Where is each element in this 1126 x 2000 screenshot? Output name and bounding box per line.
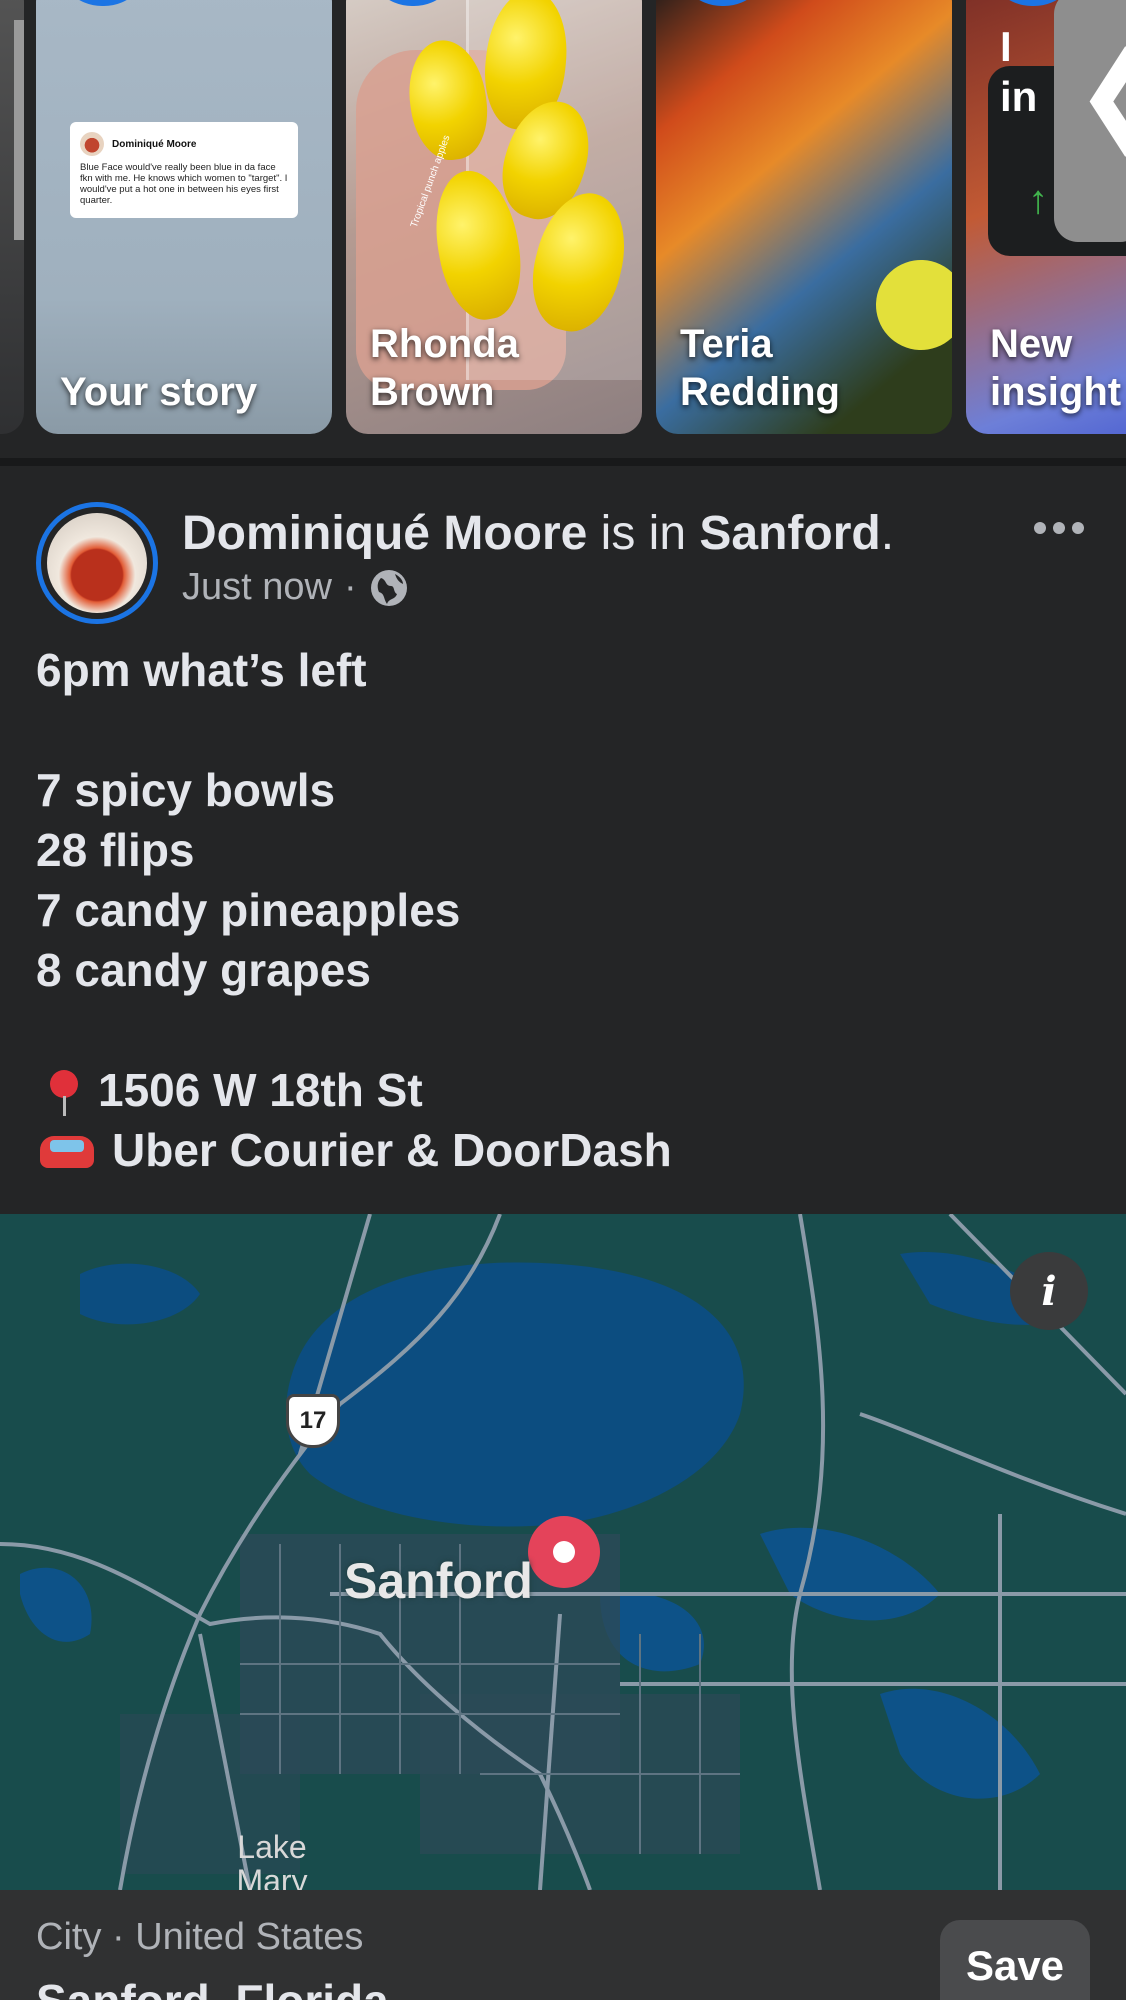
round-pushpin-icon (44, 1060, 84, 1120)
post-author-link[interactable]: Dominiqué Moore (182, 507, 587, 560)
post-meta: Just now · (182, 566, 409, 609)
water (760, 1527, 940, 1621)
post-line: 7 spicy bowls (36, 764, 336, 816)
map-pin-icon (528, 1516, 600, 1588)
car-icon (36, 1120, 98, 1180)
story-thumbnail (14, 20, 24, 240)
meta-separator: · (343, 566, 357, 608)
post-line-delivery: Uber Courier & DoorDash (36, 1120, 672, 1180)
post-line-blank (36, 700, 672, 760)
post-delivery: Uber Courier & DoorDash (112, 1124, 672, 1176)
story-name-new-insight: New insight (990, 322, 1122, 414)
divider (0, 458, 1126, 466)
story-card-teria-redding[interactable]: Teria Redding (656, 0, 952, 434)
water (80, 1263, 200, 1325)
post-line-address: 1506 W 18th St (36, 1060, 672, 1120)
place-type-label: City · United States (36, 1916, 364, 1958)
quote-avatar (80, 132, 104, 156)
quote-author: Dominiqué Moore (112, 138, 197, 150)
story-avatar (366, 0, 460, 6)
avatar[interactable] (36, 502, 158, 624)
stories-scroll-back-button[interactable]: ❮ (1054, 0, 1126, 242)
map-town-label: Lake Mary (236, 1829, 308, 1890)
highway-shield-icon: 17 (286, 1394, 340, 1448)
water (20, 1567, 92, 1642)
story-card-rhonda-brown[interactable]: Tropical punch apples Rhonda Brown (346, 0, 642, 434)
post-period: . (880, 507, 895, 560)
stories-carousel: Dominiqué Moore Blue Face would've reall… (0, 0, 1126, 458)
post-line: 7 candy pineapples (36, 884, 461, 936)
quote-text: Blue Face would've really been blue in d… (80, 162, 288, 206)
story-avatar (676, 0, 770, 6)
post-header: Dominiqué Moore is in Sanford. (182, 506, 894, 562)
post-place-link[interactable]: Sanford (699, 507, 880, 560)
post-line: 8 candy grapes (36, 944, 371, 996)
chevron-left-icon: ❮ (1074, 38, 1126, 148)
insight-partial-text: I in (1000, 23, 1038, 120)
shared-post-quote: Dominiqué Moore Blue Face would've reall… (70, 122, 298, 218)
post-timestamp[interactable]: Just now (182, 566, 332, 609)
map-city-label: Sanford (344, 1553, 533, 1609)
story-name-teria-redding: Teria Redding (680, 322, 840, 414)
more-options-icon[interactable] (1034, 522, 1084, 536)
place-name[interactable]: Sanford, Florida (36, 1974, 389, 2000)
story-avatar (56, 0, 150, 6)
place-info-bar[interactable]: City · United States Sanford, Florida Sa… (0, 1890, 1126, 2000)
location-map[interactable]: i 17 Sanford Lake Mary (0, 1214, 1126, 1890)
post-line-blank (36, 1000, 672, 1060)
post-line: 6pm what’s left (36, 644, 367, 696)
globe-icon[interactable] (369, 568, 409, 608)
save-button[interactable]: Save (940, 1920, 1090, 2000)
story-name-rhonda-brown: Rhonda Brown (370, 322, 519, 414)
feed-post: Dominiqué Moore is in Sanford. Just now … (0, 466, 1126, 1214)
story-name-your-story: Your story (60, 370, 258, 414)
water (880, 1688, 1040, 1799)
arrow-up-icon: ↑ (1028, 178, 1048, 222)
story-card-previous[interactable] (0, 0, 24, 434)
post-address: 1506 W 18th St (98, 1064, 423, 1116)
post-connector-text: is in (587, 507, 700, 560)
map-info-button[interactable]: i (1010, 1252, 1088, 1330)
post-line: 28 flips (36, 824, 195, 876)
post-text: 6pm what’s left 7 spicy bowls 28 flips 7… (36, 640, 672, 1180)
story-card-your-story[interactable]: Dominiqué Moore Blue Face would've reall… (36, 0, 332, 434)
